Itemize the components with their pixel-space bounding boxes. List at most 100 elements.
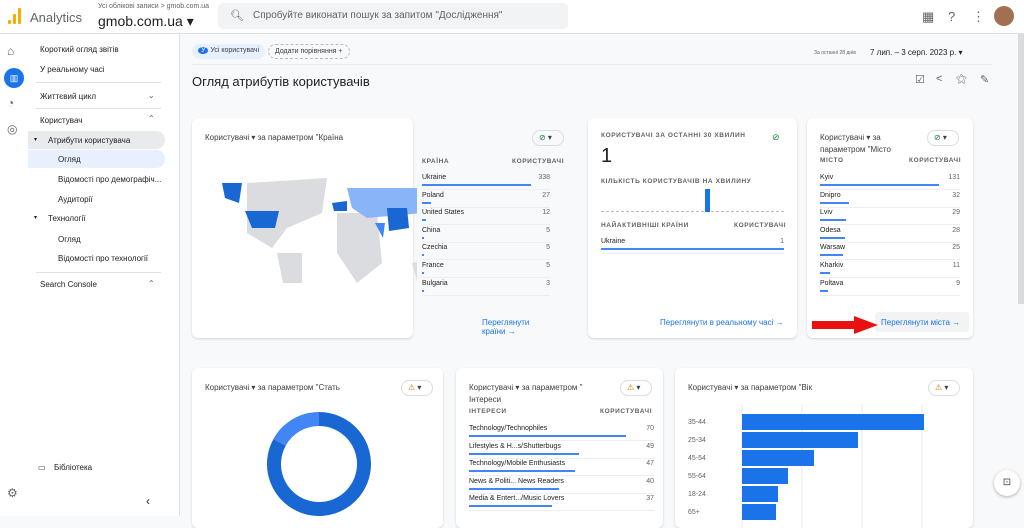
link-label: Переглянути в реальному часі	[660, 318, 774, 327]
nav-search-console[interactable]: Search Console	[40, 280, 97, 289]
column-header: КОРИСТУВАЧІ	[909, 157, 962, 164]
advertising-icon[interactable]: ◎	[7, 122, 17, 136]
nav-tech[interactable]: Технології	[48, 214, 86, 223]
view-countries-link[interactable]: Переглянути країни →	[482, 318, 529, 336]
table-row[interactable]: United States 12	[422, 207, 550, 226]
table-row[interactable]: Kyiv 131	[820, 172, 960, 190]
table-row[interactable]: Technology/Technophiles 70	[469, 423, 654, 441]
table-row[interactable]: Bulgaria 3	[422, 278, 550, 296]
row-value: 3	[546, 279, 550, 287]
nav-user[interactable]: Користувач	[40, 116, 82, 125]
column-header: КРАЇНА	[422, 158, 450, 165]
table-row[interactable]: Poland 27	[422, 190, 550, 208]
nav-overview[interactable]: Огляд	[58, 155, 81, 164]
age-label: 35-44	[688, 419, 706, 426]
card-title[interactable]: Користувачі ▾ за параметром "Вік	[688, 382, 812, 394]
table-row[interactable]: Lifestyles & H...s/Shutterbugs 49	[469, 441, 654, 459]
collapse-icon[interactable]: ‹	[146, 494, 150, 508]
property-selector[interactable]: gmob.com.ua ▾	[98, 13, 194, 30]
row-value: 40	[646, 477, 654, 485]
row-name: Lifestyles & H...s/Shutterbugs	[469, 442, 561, 450]
account-breadcrumb[interactable]: Усі облікові записи > gmob.com.ua	[98, 3, 209, 10]
table-row[interactable]: Ukraine 338	[422, 172, 550, 190]
search-input[interactable]: 🔍︎ Спробуйте виконати пошук за запитом "Д…	[218, 3, 568, 29]
row-value: 1	[780, 238, 784, 245]
edit-pencil-icon[interactable]: ✎	[980, 73, 989, 86]
age-bar	[742, 504, 776, 520]
caret-down-icon: ▾	[34, 137, 38, 143]
segment-chip[interactable]: У Усі користувачі	[192, 44, 266, 59]
view-cities-link[interactable]: Переглянути міста →	[881, 318, 960, 327]
share-icon[interactable]: <	[936, 73, 942, 85]
status-badge[interactable]: ⚠ ▾	[620, 380, 652, 396]
table-row[interactable]: Odesa 28	[820, 225, 960, 243]
row-bar	[422, 254, 424, 257]
row-value: 338	[538, 174, 550, 181]
chevron-up-icon[interactable]: ⌃	[148, 279, 155, 288]
age-bar	[742, 486, 778, 502]
top-bar: Analytics Усі облікові записи > gmob.com…	[0, 0, 1024, 34]
home-icon[interactable]: ⌂	[7, 44, 14, 58]
row-bar	[469, 505, 553, 508]
table-row[interactable]: Warsaw 25	[820, 242, 960, 261]
row-value: 28	[952, 226, 960, 234]
warning-icon: ⚠	[627, 383, 635, 392]
table-row[interactable]: News & Politi... News Readers 40	[469, 476, 654, 494]
nav-library[interactable]: Бібліотека	[54, 463, 92, 472]
card-title[interactable]: Користувачі ▾ за параметром "Стать	[205, 382, 340, 394]
table-row[interactable]: Dnipro 32	[820, 190, 960, 208]
status-badge[interactable]: ⊘ ▾	[532, 130, 564, 146]
apps-grid-icon[interactable]: ▦	[922, 9, 934, 25]
nav-lifecycle[interactable]: Життєвий цикл	[40, 92, 96, 101]
nav-tech-overview[interactable]: Огляд	[58, 235, 81, 244]
nav-reports-snapshot[interactable]: Короткий огляд звітів	[40, 45, 119, 54]
nav-user-attributes[interactable]: Атрибути користувача	[48, 136, 130, 145]
table-row[interactable]: France 5	[422, 260, 550, 278]
table-row[interactable]: Poltava 9	[820, 278, 960, 296]
view-realtime-link[interactable]: Переглянути в реальному часі →	[660, 318, 784, 327]
table-row[interactable]: Technology/Mobile Enthusiasts 47	[469, 458, 654, 477]
status-badge[interactable]: ⊘ ▾	[927, 130, 959, 146]
row-value: 37	[646, 495, 654, 503]
row-name: United States	[422, 209, 465, 217]
caret-down-icon: ▾	[34, 215, 38, 221]
more-icon[interactable]: ⋮	[972, 9, 985, 25]
table-row[interactable]: Lviv 29	[820, 207, 960, 226]
icon-rail: ⌂ ▥ ◔ ◎ ⚙	[0, 34, 28, 516]
minute-bar	[705, 189, 710, 212]
table-row[interactable]: Ukraine 1	[601, 236, 784, 254]
chevron-down-icon[interactable]: ⌄	[148, 91, 155, 100]
insights-icon[interactable]: ⚝	[956, 73, 967, 86]
check-circle-icon[interactable]: ⊘	[772, 132, 780, 143]
table-row[interactable]: Kharkiv 11	[820, 260, 960, 278]
customize-report-icon[interactable]: ☑	[915, 73, 925, 86]
nav-audiences[interactable]: Аудиторії	[58, 195, 93, 204]
add-comparison-button[interactable]: Додати порівняння +	[268, 44, 350, 59]
feedback-button[interactable]: ⊡	[994, 470, 1020, 496]
status-badge[interactable]: ⚠ ▾	[401, 380, 433, 396]
settings-gear-icon[interactable]: ⚙	[7, 486, 18, 500]
chevron-up-icon[interactable]: ⌃	[148, 114, 155, 123]
explore-icon[interactable]: ◔	[7, 96, 14, 110]
nav-tech-details[interactable]: Відомості про технології	[58, 254, 148, 263]
table-row[interactable]: Media & Entert.../Music Lovers 37	[469, 493, 654, 512]
nav-demographics[interactable]: Відомості про демографіч...	[58, 175, 161, 184]
status-badge[interactable]: ⚠ ▾	[928, 380, 960, 396]
donut-slice	[273, 412, 320, 447]
reports-icon[interactable]: ▥	[4, 68, 24, 88]
add-comparison-label: Додати порівняння	[275, 48, 337, 55]
scrollbar[interactable]	[1018, 34, 1024, 304]
nav-realtime[interactable]: У реальному часі	[40, 65, 105, 74]
avatar[interactable]	[994, 6, 1014, 26]
age-label: 45-54	[688, 455, 706, 462]
row-value: 25	[952, 244, 960, 252]
age-label: 55-64	[688, 473, 706, 480]
table-row[interactable]: Czechia 5	[422, 242, 550, 261]
card-title[interactable]: Користувачі ▾ за параметром " Інтереси	[469, 382, 609, 406]
date-range-picker[interactable]: 7 лип. – 3 серп. 2023 р. ▾	[870, 48, 963, 57]
row-bar	[422, 272, 424, 274]
card-title[interactable]: Користувачі ▾ за параметром "Місто	[820, 132, 910, 156]
table-row[interactable]: China 5	[422, 225, 550, 243]
help-icon[interactable]: ?	[948, 9, 955, 24]
card-title[interactable]: Користувачі ▾ за параметром "Країна	[205, 132, 343, 144]
